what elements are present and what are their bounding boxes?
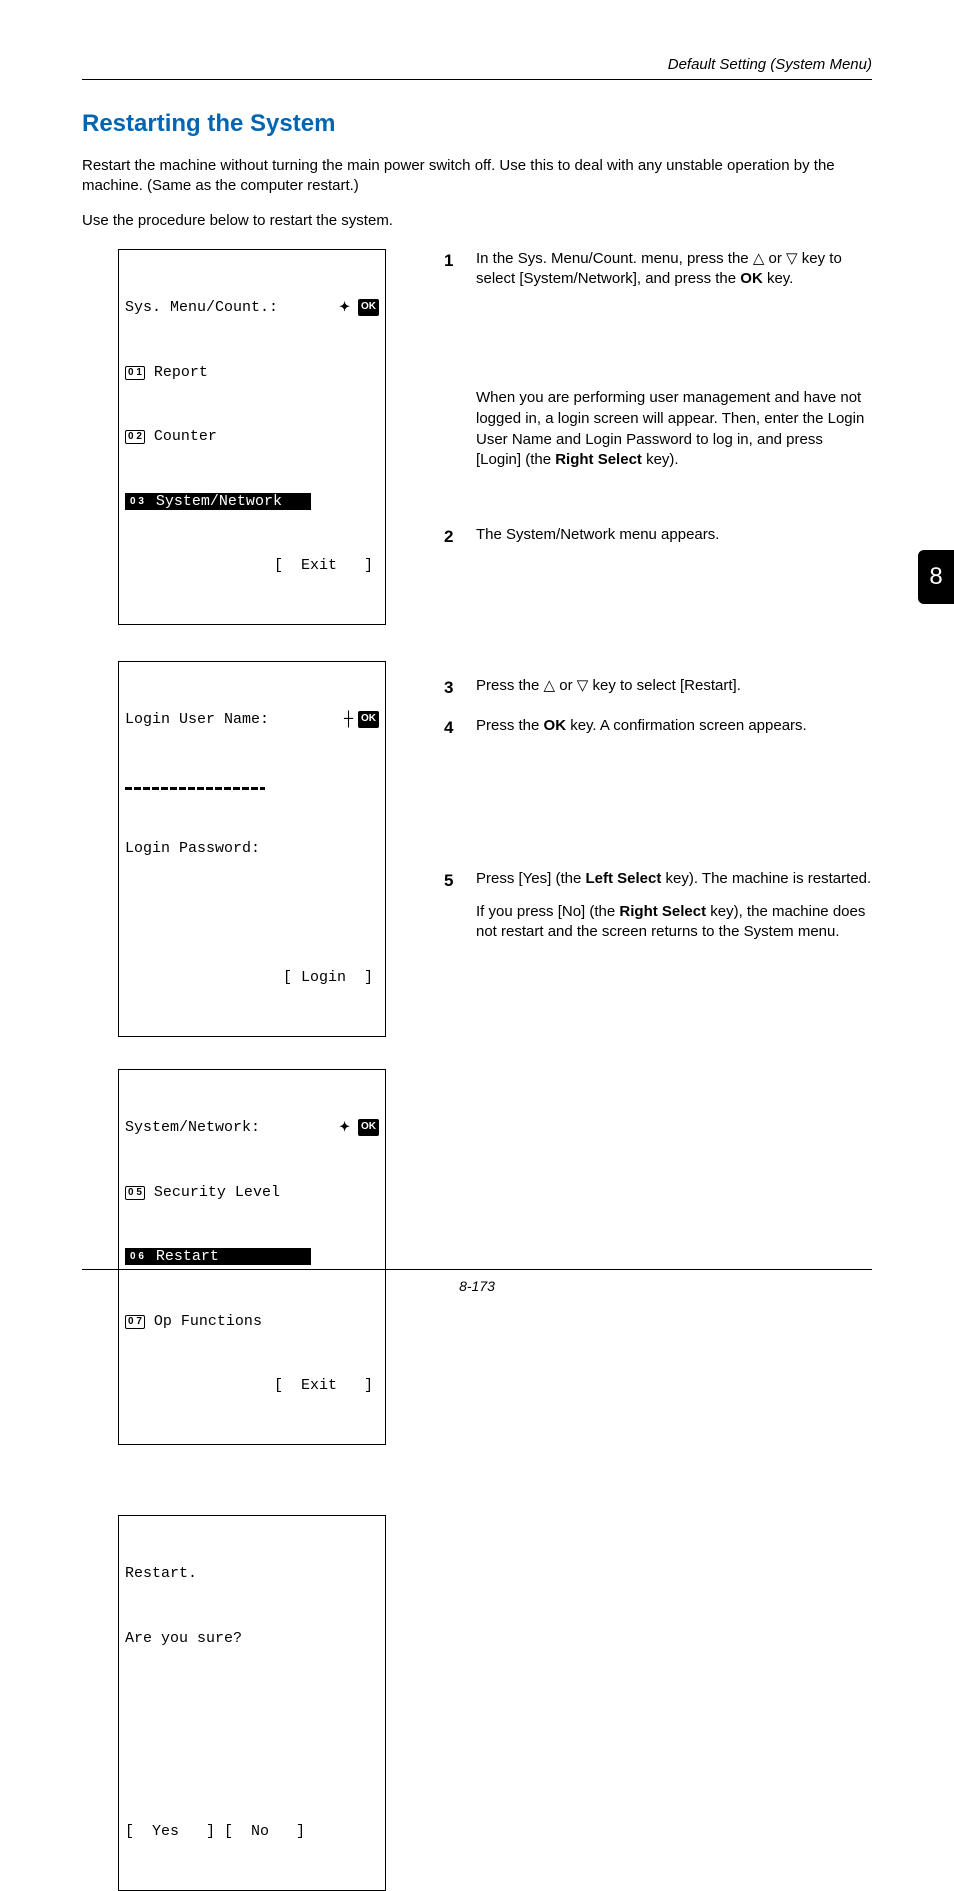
step-number: 4: [444, 716, 458, 749]
menu-index-03: 0 3: [127, 495, 147, 509]
nav-arrows-icon: ✦: [339, 300, 349, 313]
softkey-login: [ Login ]: [125, 967, 379, 988]
step-4: 4 Press the OK key. A confirmation scree…: [444, 716, 872, 749]
step-number: 2: [444, 525, 458, 558]
chapter-thumb-tab: 8: [918, 550, 954, 604]
step-3: 3 Press the △ or ▽ key to select [Restar…: [444, 676, 872, 709]
up-triangle-icon: △: [544, 677, 556, 694]
steps-column: 1 In the Sys. Menu/Count. menu, press th…: [444, 245, 872, 1891]
ok-icon: OK: [358, 711, 379, 728]
ok-icon: OK: [358, 1119, 379, 1136]
softkey-exit: [ Exit ]: [125, 555, 379, 576]
softkey-exit: [ Exit ]: [125, 1375, 379, 1396]
step-number: 3: [444, 676, 458, 709]
menu-index-05: 0 5: [125, 1186, 145, 1200]
running-head: Default Setting (System Menu): [82, 56, 872, 73]
lcd-column: Sys. Menu/Count.:✦ OK 0 1 Report 0 2 Cou…: [82, 245, 416, 1891]
menu-index-02: 0 2: [125, 430, 145, 444]
softkey-yes-no: [ Yes ] [ No ]: [125, 1821, 379, 1842]
menu-index-01: 0 1: [125, 366, 145, 380]
intro-paragraph-2: Use the procedure below to restart the s…: [82, 211, 872, 231]
login-user-field: [125, 776, 265, 790]
lcd-screen-system-network: System/Network:✦ OK 0 5 Security Level 0…: [118, 1069, 386, 1445]
header-rule: [82, 79, 872, 80]
text-cursor-icon: ┼: [344, 711, 349, 728]
lcd-screen-login: Login User Name:┼ OK Login Password: [ L…: [118, 661, 386, 1037]
down-triangle-icon: ▽: [577, 677, 589, 694]
page-footer: 8-173: [82, 1269, 872, 1294]
ok-icon: OK: [358, 299, 379, 316]
step-5: 5 Press [Yes] (the Left Select key). The…: [444, 869, 872, 955]
nav-arrows-icon: ✦: [339, 1120, 349, 1133]
down-triangle-icon: ▽: [786, 250, 798, 267]
page-number: 8-173: [82, 1278, 872, 1294]
intro-paragraph-1: Restart the machine without turning the …: [82, 156, 872, 197]
menu-index-06: 0 6: [127, 1250, 147, 1264]
menu-index-07: 0 7: [125, 1315, 145, 1329]
step-number: 5: [444, 869, 458, 955]
step-1: 1 In the Sys. Menu/Count. menu, press th…: [444, 249, 872, 302]
step-1-note: When you are performing user management …: [444, 388, 872, 483]
lcd-screen-sys-menu: Sys. Menu/Count.:✦ OK 0 1 Report 0 2 Cou…: [118, 249, 386, 625]
page-title: Restarting the System: [82, 110, 872, 138]
lcd-screen-restart-confirm: Restart. Are you sure? [ Yes ] [ No ]: [118, 1515, 386, 1891]
step-2: 2 The System/Network menu appears.: [444, 525, 872, 558]
step-number: 1: [444, 249, 458, 302]
up-triangle-icon: △: [753, 250, 765, 267]
